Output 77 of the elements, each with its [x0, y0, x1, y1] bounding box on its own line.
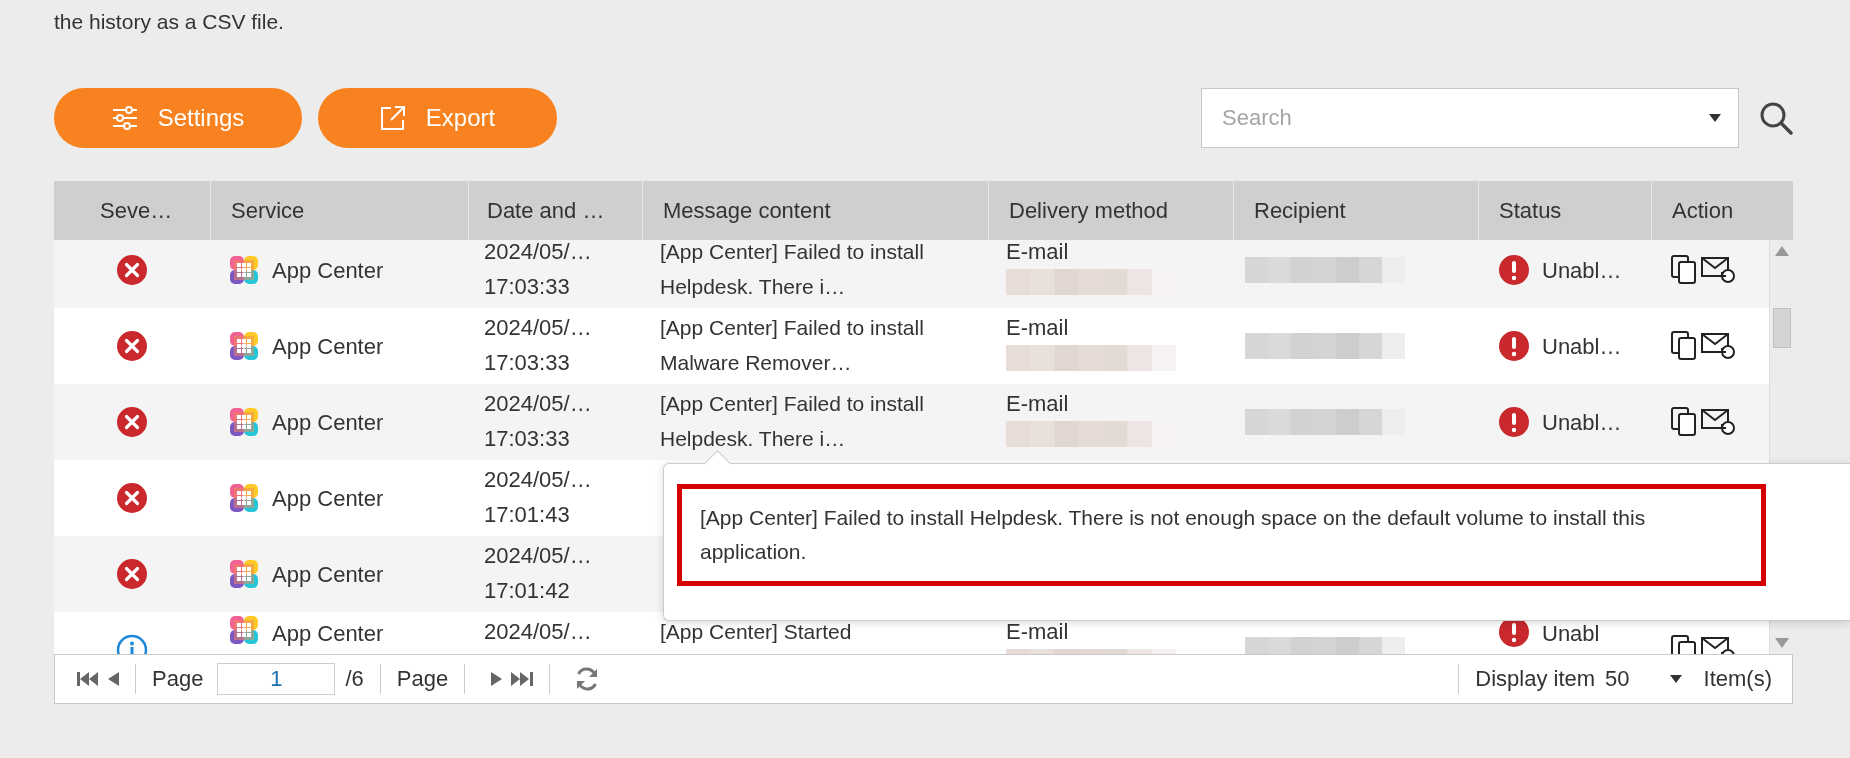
- error-icon: [116, 482, 148, 514]
- service-text: App Center: [272, 484, 384, 513]
- items-label: Item(s): [1703, 666, 1772, 692]
- service-text: App Center: [272, 560, 384, 589]
- previous-page-icon[interactable]: [107, 671, 119, 687]
- error-icon: [116, 254, 148, 286]
- date-text: 2024/05/…: [484, 542, 592, 570]
- page-label: Page: [396, 666, 449, 692]
- first-page-icon[interactable]: [77, 671, 99, 687]
- delivery-method-text: E-mail: [1006, 618, 1069, 646]
- alert-icon: [1498, 330, 1530, 362]
- column-header[interactable]: Recipient: [1254, 193, 1346, 228]
- error-icon: [116, 406, 148, 438]
- time-text: 17:03:33: [484, 273, 570, 301]
- time-text: 17:03:33: [484, 425, 570, 453]
- search-icon[interactable]: [1759, 101, 1793, 135]
- date-text: 2024/05/…: [484, 314, 592, 342]
- column-header[interactable]: Status: [1499, 193, 1562, 228]
- copy-icon[interactable]: [1671, 255, 1697, 285]
- next-page-icon[interactable]: [491, 671, 504, 687]
- column-header[interactable]: Delivery method: [1009, 193, 1168, 228]
- service-text: App Center: [272, 256, 384, 285]
- sliders-icon: [111, 106, 138, 130]
- page-total: /6: [345, 666, 364, 692]
- dropdown-caret-icon[interactable]: [1709, 114, 1721, 122]
- status-text: Unabl…: [1542, 332, 1622, 361]
- caret-icon[interactable]: [1669, 675, 1682, 683]
- status-text: Unabl: [1542, 620, 1600, 648]
- service-text: App Center: [272, 332, 384, 361]
- error-icon: [116, 330, 148, 362]
- status-text: Unabl…: [1542, 408, 1622, 437]
- app-grid-icon: [230, 484, 258, 512]
- description-text: the history as a CSV file.: [54, 9, 285, 35]
- copy-icon[interactable]: [1671, 407, 1697, 437]
- last-page-icon[interactable]: [511, 671, 534, 687]
- delivery-method-text: E-mail: [1006, 314, 1069, 342]
- tooltip-text: [App Center] Failed to install Helpdesk. There is not enough space on the default volume to install this application.: [700, 505, 1647, 565]
- resend-mail-icon[interactable]: [1701, 407, 1737, 437]
- time-text: 17:01:42: [484, 577, 570, 605]
- delivery-method-text: E-mail: [1006, 240, 1069, 266]
- message-text: [App Center] Failed to install Helpdesk. There i…: [660, 240, 925, 300]
- alert-icon: [1498, 254, 1530, 286]
- delivery-method-text: E-mail: [1006, 390, 1069, 418]
- scroll-thumb[interactable]: [1772, 308, 1791, 348]
- date-text: 2024/05/…: [484, 240, 592, 266]
- column-header[interactable]: Seve…: [100, 193, 173, 228]
- copy-icon[interactable]: [1671, 331, 1697, 361]
- app-grid-icon: [230, 616, 258, 644]
- resend-mail-icon[interactable]: [1701, 331, 1737, 361]
- page-label: Page: [152, 666, 204, 692]
- app-grid-icon: [230, 560, 258, 588]
- page-size-dropdown[interactable]: 50: [1605, 666, 1682, 692]
- app-grid-icon: [230, 332, 258, 360]
- column-header[interactable]: Date and …: [487, 193, 605, 228]
- time-text: 17:01:43: [484, 501, 570, 529]
- page-input[interactable]: 1: [217, 663, 336, 695]
- date-text: 2024/05/…: [484, 466, 592, 494]
- display-item-label: Display item: [1475, 666, 1596, 692]
- service-text: App Center: [272, 620, 384, 648]
- column-header[interactable]: Action: [1672, 193, 1734, 228]
- message-text: [App Center] Failed to install Malware Remover…: [660, 315, 925, 376]
- date-text: 2024/05/…: [484, 618, 592, 646]
- column-header[interactable]: Service: [231, 193, 305, 228]
- app-grid-icon: [230, 408, 258, 436]
- export-icon: [379, 105, 406, 131]
- status-text: Unabl…: [1542, 256, 1622, 285]
- date-text: 2024/05/…: [484, 390, 592, 418]
- resend-mail-icon[interactable]: [1701, 255, 1737, 285]
- message-text: [App Center] Started: [660, 619, 853, 645]
- error-icon: [116, 558, 148, 590]
- alert-icon: [1498, 406, 1530, 438]
- message-text: [App Center] Failed to install Helpdesk. There i…: [660, 391, 925, 452]
- service-text: App Center: [272, 408, 384, 437]
- time-text: 17:03:33: [484, 349, 570, 377]
- search-field[interactable]: Search: [1201, 88, 1739, 148]
- column-header[interactable]: Message content: [663, 193, 831, 228]
- app-grid-icon: [230, 256, 258, 284]
